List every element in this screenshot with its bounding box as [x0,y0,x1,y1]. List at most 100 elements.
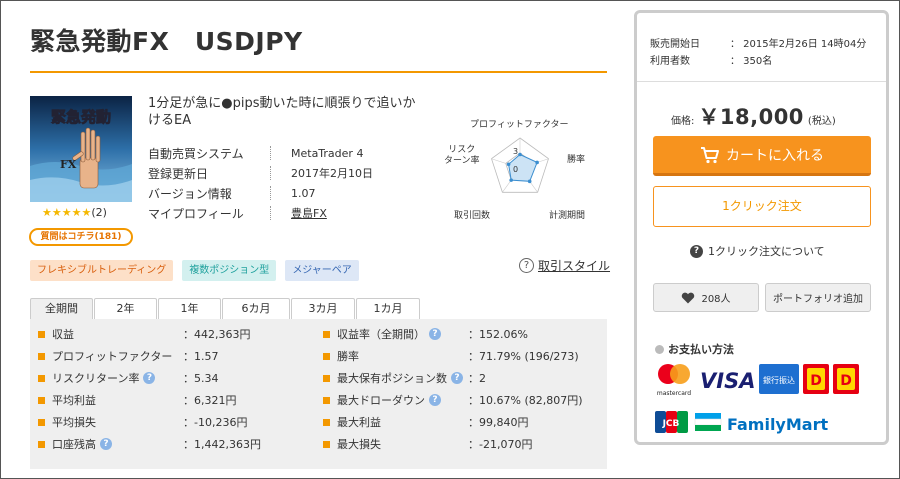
info-value: 1.07 [291,186,316,200]
radar-point [535,160,539,165]
tab-2y[interactable]: 2年 [94,298,157,319]
info-row-updated: 登録更新日 2017年2月10日 [148,163,406,183]
cart-button-label: カートに入れる [726,147,824,164]
table-row: 平均利益 ：6,321円 最大ドローダウン? ：10.67% (82,807円) [38,389,599,411]
tab-all[interactable]: 全期間 [30,298,93,319]
one-click-order-button[interactable]: 1クリック注文 [653,186,871,227]
tag-major-pair[interactable]: メジャーペア [285,260,359,281]
stat-label: プロフィットファクター [52,350,173,363]
mastercard-icon: mastercard [657,364,691,397]
bullet-icon [38,396,45,404]
info-separator [270,146,271,160]
stat-label: 最大保有ポジション数 [337,372,447,385]
product-description: 1分足が急に●pips動いた時に順張りで追いかけるEA [148,96,416,128]
help-icon[interactable]: ? [451,372,463,384]
stat-value: ：442,363円 [183,328,251,341]
stat-label: 収益 [52,328,74,341]
product-thumbnail[interactable]: 緊急発動 FX [30,96,132,202]
bullet-icon [38,352,45,360]
radar-point [509,178,513,182]
bullet-icon [655,344,664,354]
favorite-button[interactable]: 208人 [653,283,759,312]
stat-value: ：99,840円 [468,416,529,429]
tab-6m[interactable]: 6カ月 [222,298,290,319]
tab-1y[interactable]: 1年 [158,298,221,319]
stat-value: ：6,321円 [183,394,237,407]
stat-value: ：-10,236円 [183,416,248,429]
bullet-icon [323,352,330,360]
info-row-profile: マイプロフィール 豊島FX [148,203,406,223]
svg-text:D: D [810,373,822,389]
rating[interactable]: ★★★★★(2) [42,206,107,219]
help-icon[interactable]: ? [100,438,112,450]
cart-icon [701,146,719,163]
bullet-icon [323,418,330,426]
stat-value: ：2 [468,372,486,385]
thumb-fx-text: FX [60,158,77,171]
page-title: 緊急発動FX USDJPY [30,27,303,56]
add-portfolio-button[interactable]: ポートフォリオ追加 [765,283,871,312]
stat-label: 最大利益 [337,416,381,429]
rating-stars: ★★★★★ [42,206,92,219]
table-row: 収益 ：442,363円 収益率（全期間）? ：152.06% [38,323,599,345]
help-icon[interactable]: ? [429,328,441,340]
payment-logos: mastercard VISA 銀行振込 D D JCB FamilyMart [653,361,881,441]
jcb-text: JCB [662,419,680,429]
add-to-cart-button[interactable]: カートに入れる [653,136,871,176]
stat-label: 平均利益 [52,394,96,407]
bullet-icon [323,330,330,338]
tag-list: フレキシブルトレーディング 複数ポジション型 メジャーペア [30,260,359,281]
info-key: バージョン情報 [148,186,232,201]
tab-3m[interactable]: 3カ月 [291,298,355,319]
stat-value: ：152.06% [468,328,528,341]
table-row: リスクリターン率? ：5.34 最大保有ポジション数? ：2 [38,367,599,389]
radar-tick-0: 0 [513,165,518,174]
stat-value: ：-21,070円 [468,438,533,451]
heart-icon [682,292,695,303]
info-key: 登録更新日 [148,166,209,181]
meta-key: 利用者数 [650,56,690,67]
period-tabs: 全期間 2年 1年 6カ月 3カ月 1カ月 [30,298,421,319]
help-icon[interactable]: ? [143,372,156,384]
trade-style-label: 取引スタイル [538,259,611,273]
info-value: 2017年2月10日 [291,167,373,180]
purchase-panel: 販売開始日 ： 2015年2月26日 14時04分 利用者数 ： 350名 価格… [634,10,889,445]
info-row-version: バージョン情報 1.07 [148,183,406,203]
convenience-store-icon: D [803,364,829,394]
stat-label: 最大ドローダウン [337,394,425,407]
meta-row-users: 利用者数 ： 350名 [650,51,866,68]
help-icon[interactable]: ? [429,394,441,406]
question-button[interactable]: 質問はコチラ(181) [29,228,133,246]
title-divider [30,71,607,73]
tag-multi-position[interactable]: 複数ポジション型 [182,260,277,281]
info-separator [270,166,271,180]
profile-link[interactable]: 豊島FX [291,205,327,221]
price-value: ￥18,000 [698,105,804,129]
table-row: 口座残高? ：1,442,363円 最大損失 ：-21,070円 [38,433,599,455]
mastercard-text: mastercard [657,390,691,397]
about-one-click-link[interactable]: ? 1クリック注文について [690,243,825,259]
familymart-text: FamilyMart [727,415,828,434]
bullet-icon [323,396,330,404]
price-label: 価格: [671,116,695,127]
payment-title: お支払い方法 [655,341,734,357]
familymart-icon: FamilyMart [694,413,828,434]
tab-1m[interactable]: 1カ月 [356,298,420,319]
bullet-icon [38,330,45,338]
meta-key: 販売開始日 [650,39,700,50]
stat-value: ：1.57 [183,350,219,363]
radar-tick-3: 3 [513,147,518,156]
stat-value: ：71.79% (196/273) [468,350,579,363]
radar-point [527,179,532,184]
stat-label: 最大損失 [337,438,381,451]
radar-point [506,162,511,167]
meta-divider [637,81,886,82]
stat-label: リスクリターン率 [52,372,140,385]
question-icon: ? [690,244,703,258]
tag-flexible[interactable]: フレキシブルトレーディング [30,260,174,281]
daily-store-icon: D [833,364,859,394]
bullet-icon [38,440,45,448]
price: 価格: ￥18,000 (税込) [671,101,836,131]
info-separator [270,186,271,200]
trade-style-link[interactable]: ? 取引スタイル [519,257,610,274]
